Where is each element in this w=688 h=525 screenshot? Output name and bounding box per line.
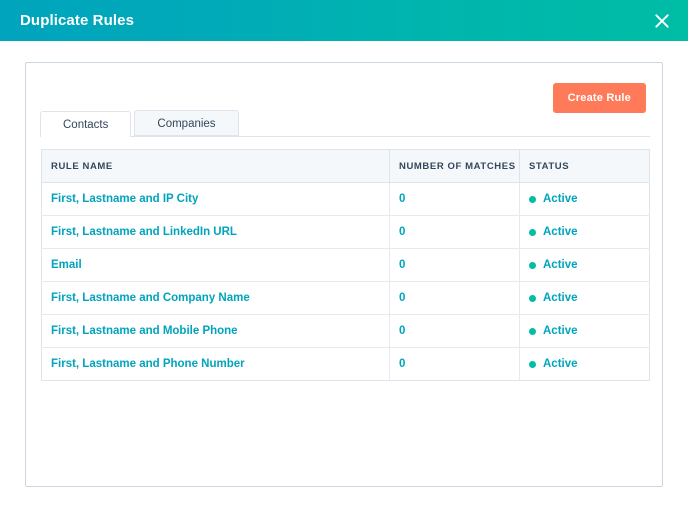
rule-name-link[interactable]: First, Lastname and IP City bbox=[51, 193, 198, 205]
rule-name-link[interactable]: First, Lastname and Mobile Phone bbox=[51, 325, 238, 337]
cell-matches: 0 bbox=[389, 248, 520, 282]
card-toolbar: Create Rule bbox=[552, 83, 646, 113]
status-label: Active bbox=[543, 325, 578, 337]
rules-table: RULE NAME NUMBER OF MATCHES STATUS First… bbox=[41, 149, 650, 381]
status-dot-icon bbox=[529, 228, 536, 236]
duplicate-rules-card: Create Rule Contacts Companies RULE NAME… bbox=[25, 62, 663, 487]
cell-status: Active bbox=[519, 314, 650, 348]
cell-matches: 0 bbox=[389, 314, 520, 348]
column-header-status: STATUS bbox=[519, 149, 650, 183]
matches-value: 0 bbox=[399, 358, 406, 370]
status-dot-icon bbox=[529, 195, 536, 203]
table-row: Email 0 Active bbox=[41, 248, 650, 282]
table-row: First, Lastname and Company Name 0 Activ… bbox=[41, 281, 650, 315]
tab-contacts[interactable]: Contacts bbox=[40, 111, 132, 137]
status-label: Active bbox=[543, 193, 578, 205]
cell-status: Active bbox=[519, 215, 650, 249]
tab-contacts-label: Contacts bbox=[63, 119, 109, 131]
cell-matches: 0 bbox=[389, 215, 520, 249]
matches-value: 0 bbox=[399, 226, 406, 238]
cell-matches: 0 bbox=[389, 182, 520, 216]
cell-status: Active bbox=[519, 248, 650, 282]
table-row: First, Lastname and IP City 0 Active bbox=[41, 182, 650, 216]
cell-status: Active bbox=[519, 281, 650, 315]
table-row: First, Lastname and Mobile Phone 0 Activ… bbox=[41, 314, 650, 348]
status-dot-icon bbox=[529, 360, 536, 368]
cell-matches: 0 bbox=[389, 281, 520, 315]
status-badge: Active bbox=[529, 193, 640, 205]
matches-value: 0 bbox=[399, 325, 406, 337]
cell-rule-name: First, Lastname and Company Name bbox=[41, 281, 390, 315]
status-badge: Active bbox=[529, 292, 640, 304]
status-label: Active bbox=[543, 358, 578, 370]
rule-name-link[interactable]: First, Lastname and LinkedIn URL bbox=[51, 226, 237, 238]
column-header-rule-name: RULE NAME bbox=[41, 149, 390, 183]
close-button[interactable] bbox=[643, 0, 681, 41]
rules-table-container: RULE NAME NUMBER OF MATCHES STATUS First… bbox=[41, 149, 650, 381]
rule-name-link[interactable]: First, Lastname and Company Name bbox=[51, 292, 250, 304]
cell-rule-name: First, Lastname and IP City bbox=[41, 182, 390, 216]
close-icon bbox=[654, 13, 670, 29]
tab-companies[interactable]: Companies bbox=[134, 110, 239, 136]
table-header: RULE NAME NUMBER OF MATCHES STATUS bbox=[41, 149, 650, 183]
create-rule-button[interactable]: Create Rule bbox=[552, 83, 646, 113]
status-label: Active bbox=[543, 292, 578, 304]
status-label: Active bbox=[543, 259, 578, 271]
page-title: Duplicate Rules bbox=[20, 12, 135, 29]
rule-name-link[interactable]: Email bbox=[51, 259, 82, 271]
cell-rule-name: First, Lastname and Phone Number bbox=[41, 347, 390, 381]
cell-matches: 0 bbox=[389, 347, 520, 381]
cell-status: Active bbox=[519, 182, 650, 216]
table-row: First, Lastname and LinkedIn URL 0 Activ… bbox=[41, 215, 650, 249]
status-badge: Active bbox=[529, 259, 640, 271]
table-header-row: RULE NAME NUMBER OF MATCHES STATUS bbox=[41, 149, 650, 183]
status-badge: Active bbox=[529, 325, 640, 337]
column-header-matches: NUMBER OF MATCHES bbox=[389, 149, 520, 183]
matches-value: 0 bbox=[399, 259, 406, 271]
cell-status: Active bbox=[519, 347, 650, 381]
cell-rule-name: First, Lastname and Mobile Phone bbox=[41, 314, 390, 348]
matches-value: 0 bbox=[399, 292, 406, 304]
status-label: Active bbox=[543, 226, 578, 238]
modal-header: Duplicate Rules bbox=[0, 0, 688, 41]
status-badge: Active bbox=[529, 226, 640, 238]
rule-name-link[interactable]: First, Lastname and Phone Number bbox=[51, 358, 245, 370]
table-body: First, Lastname and IP City 0 Active Fir… bbox=[41, 182, 650, 381]
status-dot-icon bbox=[529, 327, 536, 335]
tab-bar: Contacts Companies bbox=[40, 110, 650, 137]
table-row: First, Lastname and Phone Number 0 Activ… bbox=[41, 347, 650, 381]
matches-value: 0 bbox=[399, 193, 406, 205]
status-badge: Active bbox=[529, 358, 640, 370]
cell-rule-name: Email bbox=[41, 248, 390, 282]
cell-rule-name: First, Lastname and LinkedIn URL bbox=[41, 215, 390, 249]
status-dot-icon bbox=[529, 261, 536, 269]
status-dot-icon bbox=[529, 294, 536, 302]
tab-companies-label: Companies bbox=[157, 118, 216, 130]
